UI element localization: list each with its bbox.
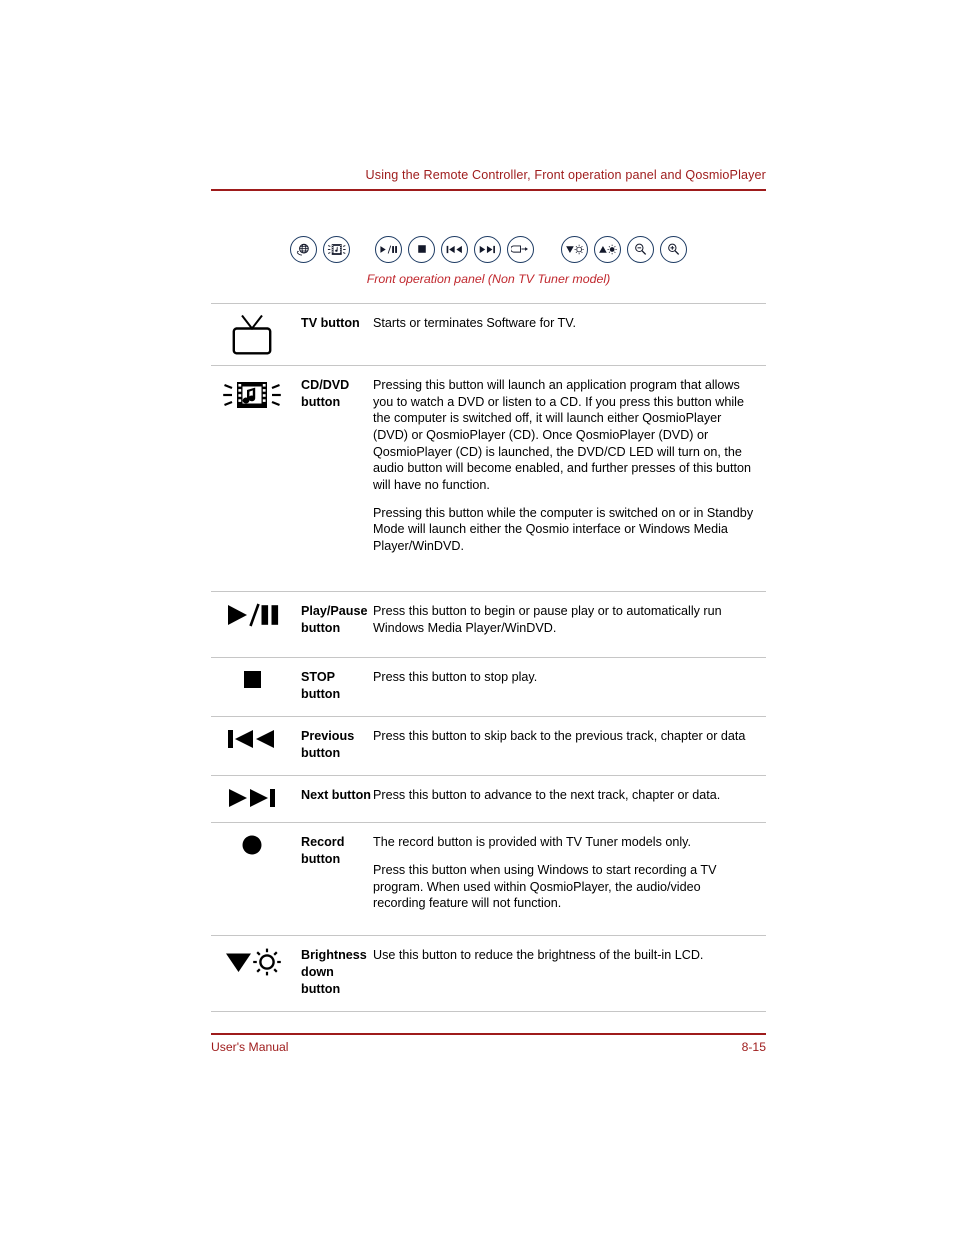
table-row: Record button The record button is provi… <box>211 822 766 935</box>
table-row: Previous button Press this button to ski… <box>211 716 766 775</box>
figure-caption: Front operation panel (Non TV Tuner mode… <box>366 272 611 286</box>
panel-next-track-icon <box>474 235 501 263</box>
description-paragraph: Press this button to begin or pause play… <box>373 604 722 635</box>
description-paragraph: Press this button to stop play. <box>373 670 538 684</box>
description-paragraph: Starts or terminates Software for TV. <box>373 316 576 330</box>
front-operation-panel-figure: Front operation panel (Non TV Tuner mode… <box>211 226 766 296</box>
row-button-name: CD/DVD button <box>301 378 350 409</box>
panel-brightness-up-icon <box>594 235 621 263</box>
record-icon <box>211 833 293 859</box>
row-icon-cell <box>211 304 293 365</box>
previous-track-icon <box>211 727 293 751</box>
row-icon-cell <box>211 717 293 775</box>
row-icon-cell <box>211 776 293 822</box>
table-row: TV button Starts or terminates Software … <box>211 303 766 365</box>
panel-brightness-down-icon <box>561 235 588 263</box>
panel-zoom-out-icon <box>627 235 654 263</box>
description-paragraph: Press this button to skip back to the pr… <box>373 729 746 744</box>
row-button-name: Previous button <box>301 729 355 760</box>
panel-tv-globe-icon <box>290 235 317 263</box>
row-icon-cell <box>211 823 293 935</box>
panel-zoom-in-icon <box>660 235 687 263</box>
row-description: Pressing this button will launch an appl… <box>373 366 766 591</box>
panel-cd-dvd-icon <box>323 235 350 263</box>
panel-previous-track-icon <box>441 235 468 263</box>
row-icon-cell <box>211 366 293 591</box>
row-button-name: Record button <box>301 835 345 867</box>
row-description: Use this button to reduce the brightness… <box>373 936 766 1011</box>
row-description: Press this button to begin or pause play… <box>373 592 766 657</box>
running-head: Using the Remote Controller, Front opera… <box>365 168 766 182</box>
row-button-name: Play/Pause button <box>301 604 368 635</box>
row-icon-cell <box>211 658 293 716</box>
table-row: Brightness down button Use this button t… <box>211 935 766 1013</box>
panel-play-pause-icon <box>375 235 402 263</box>
description-paragraph: Use this button to reduce the brightness… <box>373 948 704 963</box>
row-button-name: STOP button <box>301 670 341 701</box>
header-rule <box>211 189 766 191</box>
footer-manual-label: User's Manual <box>211 1040 289 1054</box>
row-description: The record button is provided with TV Tu… <box>373 823 766 935</box>
tv-set-icon <box>211 314 293 356</box>
row-button-name: Brightness down button <box>301 948 367 996</box>
footer-rule <box>211 1033 766 1035</box>
next-track-icon <box>211 786 293 810</box>
panel-stop-icon <box>408 235 435 263</box>
description-paragraph: Pressing this button while the computer … <box>373 505 754 554</box>
description-paragraph: The record button is provided with TV Tu… <box>373 835 692 850</box>
row-button-name: Next button <box>301 788 371 803</box>
row-button-name: TV button <box>301 316 360 330</box>
document-page: Using the Remote Controller, Front opera… <box>0 0 954 1235</box>
table-row: Play/Pause button Press this button to b… <box>211 591 766 657</box>
row-description: Press this button to advance to the next… <box>373 776 766 822</box>
table-row: CD/DVD button Pressing this button will … <box>211 365 766 591</box>
row-description: Press this button to stop play. <box>373 658 766 716</box>
row-description: Starts or terminates Software for TV. <box>373 304 766 365</box>
brightness-down-icon <box>211 946 293 978</box>
row-icon-cell <box>211 936 293 1011</box>
description-paragraph: Press this button when using Windows to … <box>373 863 717 911</box>
row-description: Press this button to skip back to the pr… <box>373 717 766 775</box>
button-description-table: TV button Starts or terminates Software … <box>211 303 766 1013</box>
panel-button-row <box>211 226 766 272</box>
stop-icon <box>211 668 293 692</box>
cd-dvd-film-note-icon <box>211 376 293 414</box>
row-icon-cell <box>211 592 293 657</box>
description-paragraph: Pressing this button will launch an appl… <box>373 378 752 493</box>
table-row: Next button Press this button to advance… <box>211 775 766 822</box>
description-paragraph: Press this button to advance to the next… <box>373 788 721 803</box>
panel-eject-exit-icon <box>507 235 534 263</box>
table-row: STOP button Press this button to stop pl… <box>211 657 766 716</box>
footer-page-number: 8-15 <box>741 1040 766 1054</box>
play-pause-icon <box>211 602 293 628</box>
